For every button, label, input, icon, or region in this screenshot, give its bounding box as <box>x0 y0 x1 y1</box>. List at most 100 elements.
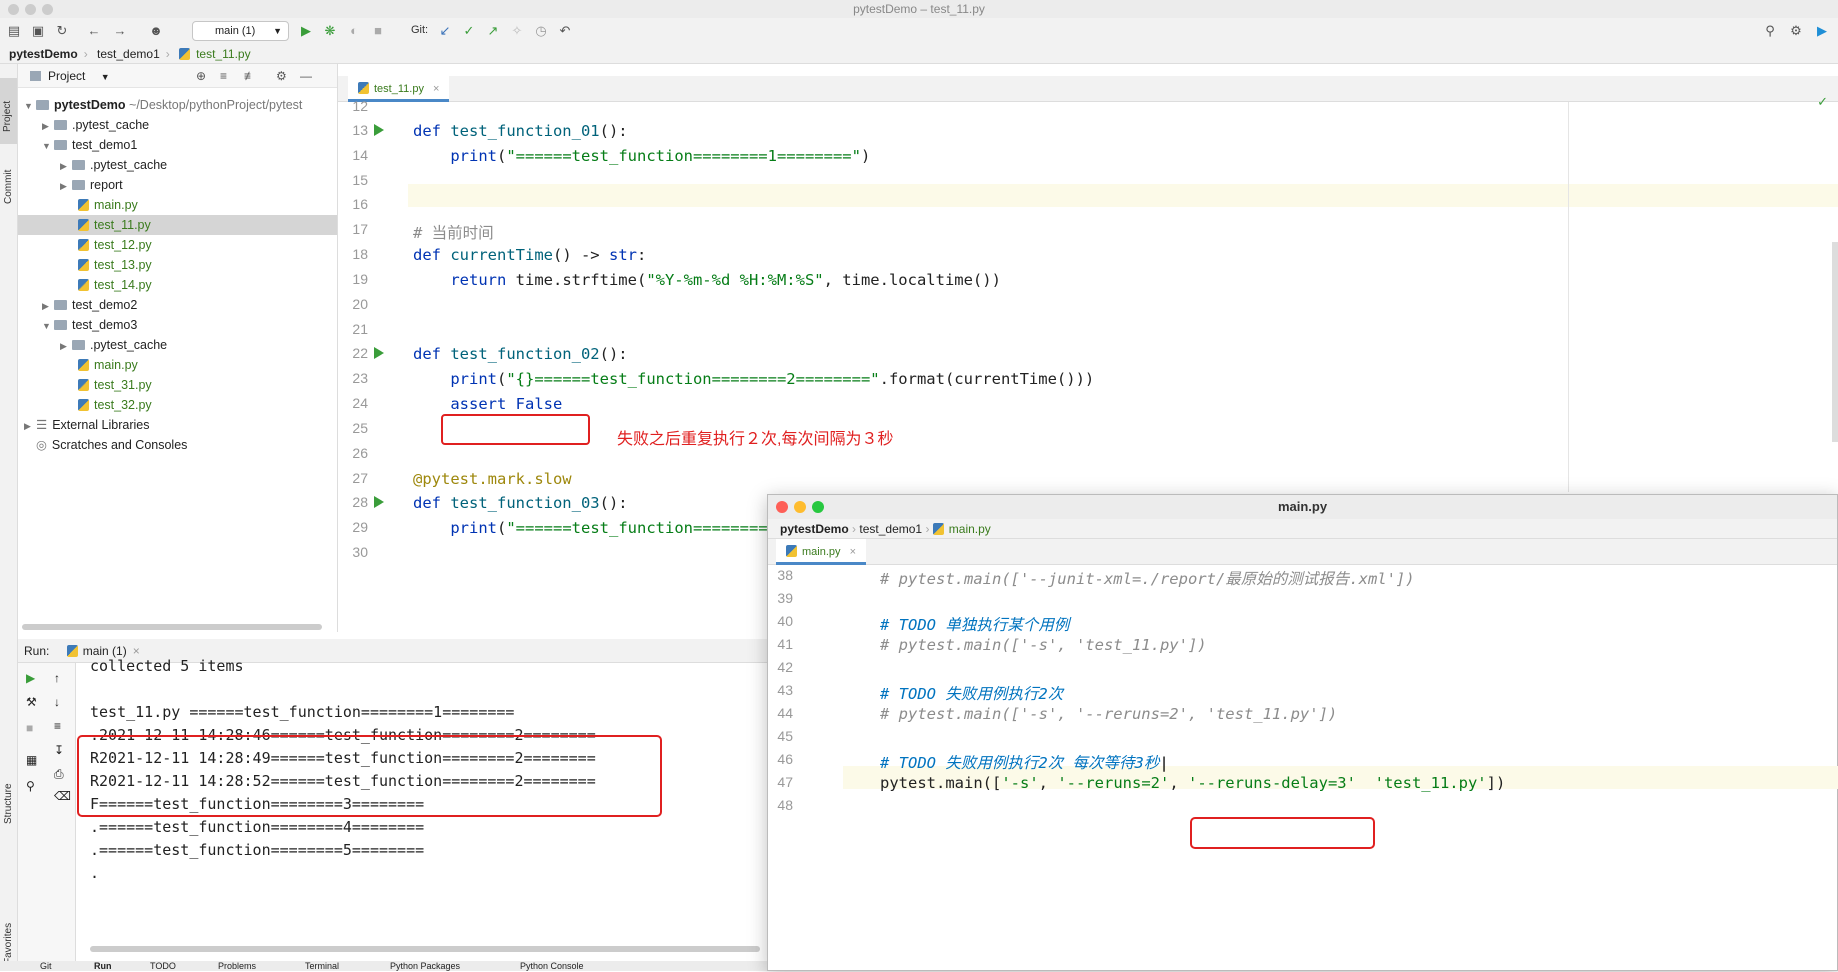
tree-item[interactable]: ◎ Scratches and Consoles <box>36 435 187 455</box>
close-icon[interactable]: × <box>133 644 140 658</box>
breadcrumb-file[interactable]: main.py <box>949 522 991 536</box>
horizontal-scrollbar[interactable] <box>90 946 760 952</box>
breadcrumb-project[interactable]: pytestDemo <box>780 522 849 536</box>
tree-item-label: test_demo2 <box>72 298 138 312</box>
commit-tool-button[interactable]: Commit <box>3 170 14 204</box>
horizontal-scrollbar[interactable] <box>22 624 322 630</box>
tree-item[interactable]: ▶ .pytest_cache <box>60 335 167 355</box>
close-icon[interactable]: × <box>850 546 856 558</box>
tab-git[interactable]: Git <box>40 961 52 971</box>
run-configuration-select[interactable]: main (1) ▼ <box>192 21 289 41</box>
git-history-icon[interactable]: ◷ <box>533 23 549 39</box>
tree-item[interactable]: ▼ test_demo3 <box>42 315 137 335</box>
close-window-button[interactable] <box>8 4 19 15</box>
layout-icon[interactable]: ▦ <box>26 753 37 767</box>
wrench-icon[interactable]: ⚒ <box>26 695 37 709</box>
python-file-icon <box>78 219 89 231</box>
run-test-icon[interactable] <box>374 347 384 359</box>
git-update-icon[interactable]: ↙ <box>437 23 453 39</box>
git-push-icon[interactable]: ↗ <box>485 23 501 39</box>
project-tool-window-button[interactable]: Project <box>0 78 17 144</box>
tab-todo[interactable]: TODO <box>150 961 176 971</box>
back-arrow-icon[interactable]: ← <box>86 23 102 39</box>
structure-tool-button[interactable]: Structure <box>3 783 14 824</box>
zoom-window-button[interactable] <box>812 501 824 513</box>
chevron-down-icon[interactable]: ▼ <box>101 72 110 82</box>
run-test-icon[interactable] <box>374 124 384 136</box>
git-rollback-icon[interactable]: ↶ <box>557 23 573 39</box>
zoom-window-button[interactable] <box>42 4 53 15</box>
run-label: Run: <box>24 644 50 658</box>
tab-terminal[interactable]: Terminal <box>305 961 339 971</box>
minimize-window-button[interactable] <box>25 4 36 15</box>
trash-icon[interactable]: ⌫ <box>54 789 71 803</box>
scroll-to-end-icon[interactable]: ↧ <box>54 743 64 757</box>
hide-panel-icon[interactable]: — <box>300 64 312 88</box>
stop-icon[interactable]: ■ <box>370 23 386 39</box>
run-icon[interactable]: ▶ <box>298 23 314 39</box>
tree-item[interactable]: test_31.py <box>78 375 152 395</box>
git-commit-icon[interactable]: ✓ <box>461 23 477 39</box>
breadcrumb-file[interactable]: test_11.py <box>196 47 250 61</box>
tab-problems[interactable]: Problems <box>218 961 256 971</box>
chevron-down-icon: ▼ <box>24 101 33 111</box>
tree-item-label: report <box>90 178 123 192</box>
tree-item[interactable]: ▶ ☰ External Libraries <box>24 415 149 435</box>
pin-icon[interactable]: ⚲ <box>26 779 35 793</box>
gear-icon[interactable]: ⚙ <box>276 64 287 88</box>
annotation-text: 失败之后重复执行２次,每次间隔为３秒 <box>617 431 894 448</box>
locate-icon[interactable]: ⊕ <box>196 64 206 88</box>
tree-item[interactable]: ▶ .pytest_cache <box>42 115 149 135</box>
expand-all-icon[interactable]: ≡ <box>220 64 227 88</box>
breadcrumb-folder[interactable]: test_demo1 <box>97 47 160 61</box>
forward-arrow-icon[interactable]: → <box>112 23 128 39</box>
tab-run[interactable]: Run <box>94 961 112 971</box>
tab-label: main.py <box>802 546 841 558</box>
breadcrumb-folder[interactable]: test_demo1 <box>859 522 922 536</box>
tree-item[interactable]: test_12.py <box>78 235 152 255</box>
coverage-icon[interactable]: ◐ <box>346 23 362 39</box>
minimize-window-button[interactable] <box>794 501 806 513</box>
tree-item[interactable]: main.py <box>78 195 138 215</box>
down-arrow-icon[interactable]: ↓ <box>54 695 60 709</box>
gear-icon[interactable]: ⚙ <box>1788 23 1804 39</box>
vertical-scrollbar[interactable] <box>1832 242 1838 442</box>
print-icon[interactable]: ⎙ <box>54 767 64 782</box>
tree-item[interactable]: ▶ report <box>60 175 123 195</box>
tree-item[interactable]: ▶ test_demo2 <box>42 295 137 315</box>
tab-python-console[interactable]: Python Console <box>520 961 584 971</box>
open-folder-icon[interactable]: ▤ <box>6 23 22 39</box>
save-icon[interactable]: ▣ <box>30 23 46 39</box>
search-icon[interactable]: ⚲ <box>1762 23 1778 39</box>
close-icon[interactable]: × <box>433 83 439 95</box>
run-test-icon[interactable] <box>374 496 384 508</box>
debug-icon[interactable]: ❋ <box>322 23 338 39</box>
tree-item[interactable]: main.py <box>78 355 138 375</box>
tab-main-py[interactable]: main.py × <box>776 539 867 565</box>
sync-icon[interactable]: ↻ <box>54 23 70 39</box>
up-arrow-icon[interactable]: ↑ <box>54 671 60 685</box>
tree-item[interactable]: test_13.py <box>78 255 152 275</box>
breadcrumb-project[interactable]: pytestDemo <box>9 47 78 61</box>
tree-item-label: test_13.py <box>94 258 152 272</box>
user-icon[interactable]: ☻ <box>148 23 164 39</box>
project-header-label[interactable]: Project <box>48 69 85 83</box>
tree-item[interactable]: ▶ .pytest_cache <box>60 155 167 175</box>
stop-icon[interactable]: ■ <box>26 721 33 735</box>
tree-item[interactable]: test_32.py <box>78 395 152 415</box>
tree-item-selected[interactable]: test_11.py <box>18 215 337 235</box>
tree-root[interactable]: ▼ pytestDemo ~/Desktop/pythonProject/pyte… <box>24 95 302 115</box>
close-window-button[interactable] <box>776 501 788 513</box>
float-code-editor[interactable]: 38 39 40 41 42 43 44 45 46 47 48 # pytes… <box>768 565 1838 972</box>
tree-item[interactable]: ▼ test_demo1 <box>42 135 137 155</box>
favorites-tool-button[interactable]: Favorites <box>3 923 14 964</box>
tab-python-packages[interactable]: Python Packages <box>390 961 460 971</box>
rerun-icon[interactable]: ▶ <box>26 671 35 685</box>
run-tab[interactable]: main (1) × <box>66 644 140 658</box>
toolbox-icon[interactable]: ▶ <box>1814 23 1830 39</box>
soft-wrap-icon[interactable]: ≡ <box>54 719 61 733</box>
console-line: collected 5 items <box>90 657 244 675</box>
collapse-all-icon[interactable]: ≢ <box>244 64 256 88</box>
tree-item[interactable]: test_14.py <box>78 275 152 295</box>
git-compare-icon[interactable]: ✧ <box>509 23 525 39</box>
